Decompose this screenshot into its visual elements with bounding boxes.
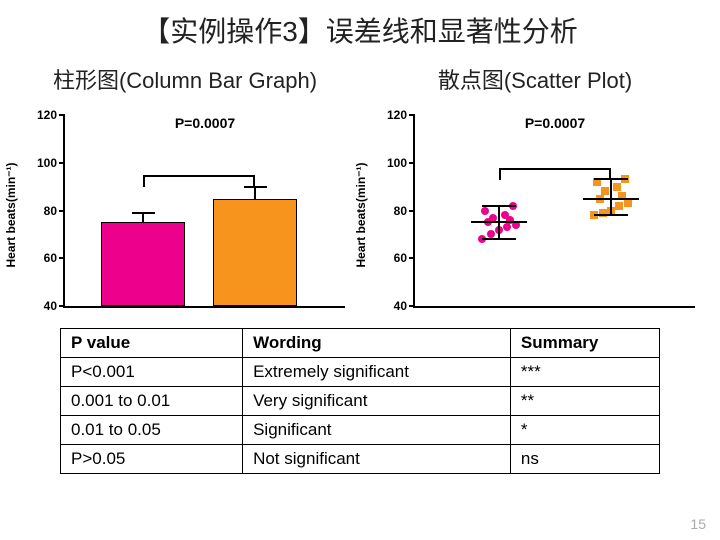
y-tick-label: 40 bbox=[394, 299, 407, 313]
data-point bbox=[503, 223, 511, 231]
table-cell: * bbox=[510, 416, 659, 445]
sig-bracket bbox=[499, 168, 611, 180]
bar-ylabel: Heart beats(min⁻¹) bbox=[4, 162, 18, 267]
data-point bbox=[615, 202, 623, 210]
error-bar bbox=[254, 187, 256, 199]
whisker bbox=[610, 179, 612, 215]
table-header: P value bbox=[61, 329, 243, 358]
panel-bar: 柱形图(Column Bar Graph) Heart beats(min⁻¹)… bbox=[15, 54, 355, 320]
y-tick-label: 40 bbox=[44, 299, 57, 313]
whisker-cap bbox=[594, 214, 628, 216]
y-tick-label: 60 bbox=[44, 251, 57, 265]
y-tick-label: 60 bbox=[394, 251, 407, 265]
chart-panels: 柱形图(Column Bar Graph) Heart beats(min⁻¹)… bbox=[0, 54, 720, 320]
error-cap bbox=[132, 212, 154, 214]
page-title: 【实例操作3】误差线和显著性分析 bbox=[0, 0, 720, 54]
y-tick-label: 80 bbox=[394, 204, 407, 218]
table-row: 0.01 to 0.05Significant* bbox=[61, 416, 660, 445]
y-tick bbox=[59, 257, 65, 259]
table-cell: P>0.05 bbox=[61, 445, 243, 474]
y-tick bbox=[59, 210, 65, 212]
scatter-chart: Heart beats(min⁻¹) 406080100120P=0.0007 bbox=[365, 110, 705, 320]
table-cell: P<0.001 bbox=[61, 358, 243, 387]
page-number: 15 bbox=[690, 516, 706, 532]
panel-scatter-title: 散点图(Scatter Plot) bbox=[365, 54, 705, 108]
data-point bbox=[501, 211, 509, 219]
y-tick-label: 80 bbox=[44, 204, 57, 218]
y-tick-label: 100 bbox=[387, 156, 407, 170]
data-point bbox=[481, 207, 489, 215]
panel-scatter: 散点图(Scatter Plot) Heart beats(min⁻¹) 406… bbox=[365, 54, 705, 320]
table-row: P<0.001Extremely significant*** bbox=[61, 358, 660, 387]
y-tick bbox=[59, 305, 65, 307]
scatter-ylabel: Heart beats(min⁻¹) bbox=[354, 162, 368, 267]
data-point bbox=[624, 199, 632, 207]
table-row: 0.001 to 0.01Very significant** bbox=[61, 387, 660, 416]
y-tick-label: 120 bbox=[37, 108, 57, 122]
y-tick bbox=[409, 305, 415, 307]
whisker-cap bbox=[482, 238, 516, 240]
whisker bbox=[498, 206, 500, 239]
table-cell: Not significant bbox=[243, 445, 511, 474]
bar-chart: Heart beats(min⁻¹) 406080100120P=0.0007 bbox=[15, 110, 355, 320]
table-cell: ns bbox=[510, 445, 659, 474]
bar-series-0 bbox=[101, 222, 185, 306]
scatter-pvalue: P=0.0007 bbox=[525, 115, 585, 131]
y-tick bbox=[409, 162, 415, 164]
table-header: Summary bbox=[510, 329, 659, 358]
table-cell: 0.01 to 0.05 bbox=[61, 416, 243, 445]
bar-series-1 bbox=[213, 199, 297, 306]
table-header: Wording bbox=[243, 329, 511, 358]
table-cell: Extremely significant bbox=[243, 358, 511, 387]
y-tick bbox=[59, 162, 65, 164]
table-cell: 0.001 to 0.01 bbox=[61, 387, 243, 416]
bar-pvalue: P=0.0007 bbox=[175, 115, 235, 131]
y-tick bbox=[409, 210, 415, 212]
data-point bbox=[601, 187, 609, 195]
table-cell: ** bbox=[510, 387, 659, 416]
sig-bracket bbox=[143, 175, 255, 187]
error-bar bbox=[142, 213, 144, 223]
y-tick-label: 120 bbox=[387, 108, 407, 122]
data-point bbox=[613, 183, 621, 191]
significance-table: P valueWordingSummary P<0.001Extremely s… bbox=[60, 328, 660, 474]
y-tick-label: 100 bbox=[37, 156, 57, 170]
whisker-cap bbox=[482, 205, 516, 207]
panel-bar-title: 柱形图(Column Bar Graph) bbox=[15, 54, 355, 108]
table-cell: *** bbox=[510, 358, 659, 387]
y-tick bbox=[409, 257, 415, 259]
table-cell: Very significant bbox=[243, 387, 511, 416]
table-row: P>0.05Not significantns bbox=[61, 445, 660, 474]
table-cell: Significant bbox=[243, 416, 511, 445]
y-tick bbox=[59, 114, 65, 116]
y-tick bbox=[409, 114, 415, 116]
